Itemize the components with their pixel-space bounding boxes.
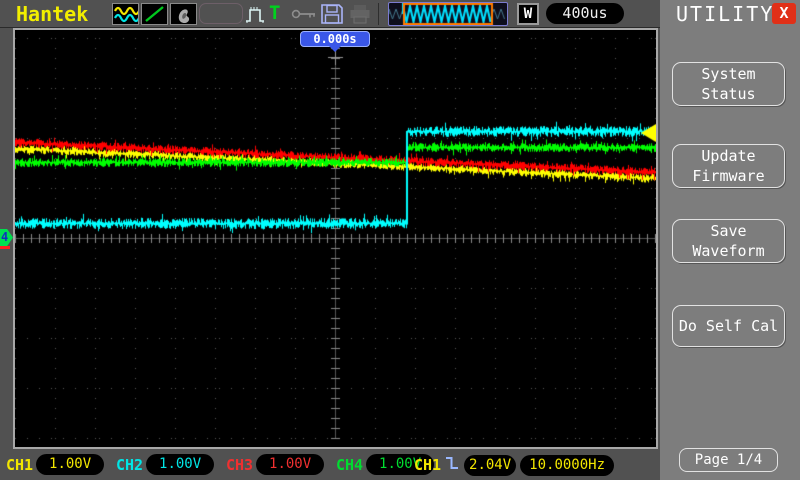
panel-title: UTILITY bbox=[676, 2, 775, 26]
waveform-display bbox=[15, 30, 656, 447]
ch2-readout[interactable]: CH2 1.00V bbox=[116, 454, 215, 475]
ch3-readout[interactable]: CH3 1.00V bbox=[226, 454, 325, 475]
ch3-scale-pill: 1.00V bbox=[256, 454, 325, 475]
ch3-label: CH3 bbox=[226, 455, 254, 474]
ch1-readout[interactable]: CH1 1.00V bbox=[6, 454, 105, 475]
update-firmware-button[interactable]: Update Firmware bbox=[672, 144, 785, 188]
printer-glyph bbox=[350, 5, 370, 24]
waveform-pan-preview[interactable] bbox=[388, 2, 508, 26]
pulse-glyph bbox=[246, 7, 264, 23]
trigger-position-tag[interactable]: 0.000s bbox=[300, 31, 370, 52]
falling-edge-icon bbox=[445, 454, 460, 476]
key-glyph bbox=[291, 9, 315, 19]
do-self-cal-button[interactable]: Do Self Cal bbox=[672, 305, 785, 347]
hand-icon[interactable] bbox=[170, 3, 197, 25]
toolbar-separator bbox=[378, 3, 379, 25]
hand-glyph bbox=[178, 9, 190, 24]
w-mode-button[interactable]: W bbox=[517, 3, 539, 25]
ch2-scale-pill: 1.00V bbox=[146, 454, 215, 475]
ch3-ground-marker[interactable] bbox=[0, 246, 10, 249]
trigger-status-indicator: T bbox=[269, 2, 281, 24]
frequency-counter-pill: 10.0000Hz bbox=[520, 454, 615, 476]
oscilloscope-app: Hantek T W 400us UTILITY X System Status… bbox=[0, 0, 800, 480]
ch2-label: CH2 bbox=[116, 455, 144, 474]
channel-waves-icon[interactable] bbox=[112, 3, 139, 25]
page-indicator-button[interactable]: Page 1/4 bbox=[679, 448, 778, 472]
line-glyph bbox=[145, 6, 164, 22]
floppy-glyph bbox=[321, 4, 343, 24]
trigger-level-pill: 2.04V bbox=[464, 454, 517, 476]
system-status-button[interactable]: System Status bbox=[672, 62, 785, 106]
ch1-scale-pill: 1.00V bbox=[36, 454, 105, 475]
trigger-source-label: CH1 bbox=[414, 456, 442, 474]
empty-indicator-slot bbox=[199, 3, 243, 24]
save-waveform-button[interactable]: Save Waveform bbox=[672, 219, 785, 263]
channel-waves-glyph bbox=[114, 6, 138, 23]
status-bar: CH1 1.00V CH2 1.00V CH3 1.00V CH4 1.00V … bbox=[0, 450, 660, 480]
keylock-icon[interactable] bbox=[291, 8, 319, 20]
ch1-label: CH1 bbox=[6, 455, 34, 474]
preview-wave-canvas bbox=[389, 3, 507, 25]
line-draw-icon[interactable] bbox=[141, 3, 168, 25]
utility-menu-panel: UTILITY X System Status Update Firmware … bbox=[660, 0, 800, 480]
save-icon[interactable] bbox=[320, 3, 344, 25]
top-toolbar: Hantek T W 400us bbox=[0, 0, 660, 28]
ch4-label: CH4 bbox=[336, 455, 364, 474]
pulse-trigger-icon[interactable] bbox=[245, 6, 269, 24]
trigger-readout[interactable]: CH1 2.04V 10.0000Hz bbox=[414, 454, 615, 476]
scope-area: 0.000s 4 bbox=[0, 28, 660, 450]
timebase-readout[interactable]: 400us bbox=[546, 3, 624, 24]
close-icon[interactable]: X bbox=[772, 3, 796, 24]
ch4-ground-marker[interactable]: 4 bbox=[0, 229, 13, 246]
hantek-logo: Hantek bbox=[16, 2, 89, 26]
print-icon[interactable] bbox=[348, 4, 372, 24]
scope-screen bbox=[13, 28, 658, 449]
